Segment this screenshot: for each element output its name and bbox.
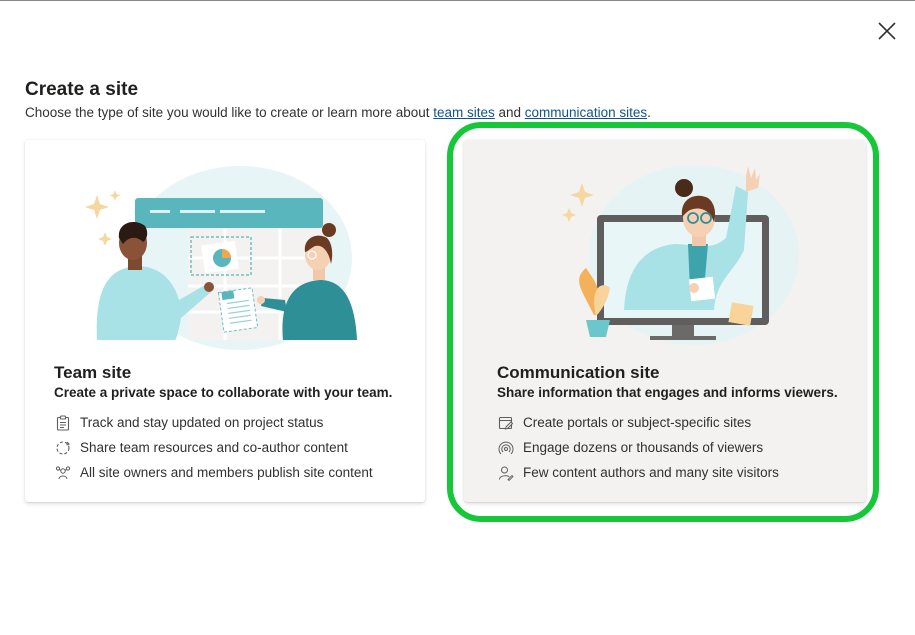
edit-page-icon [497,414,515,432]
communication-site-card[interactable]: Communication site Share information tha… [464,140,866,502]
team-site-title: Team site [54,363,132,382]
subtitle-period: . [647,105,651,120]
feature-text: Engage dozens or thousands of viewers [523,440,764,455]
feature-text: Create portals or subject-specific sites [523,415,752,430]
feature-text: All site owners and members publish site… [80,465,373,480]
clipboard-icon [54,414,72,432]
communication-sites-link[interactable]: communication sites [525,105,647,120]
close-icon [878,22,896,40]
person-edit-icon [497,464,515,482]
top-border [0,0,915,1]
subtitle-and: and [494,105,525,120]
communication-site-illustration [562,165,799,345]
feature-text: Share team resources and co-author conte… [80,440,348,455]
sync-icon [54,439,72,457]
list-item: Engage dozens or thousands of viewers [497,435,856,460]
page-title: Create a site [25,79,139,100]
team-site-card[interactable]: Team site Create a private space to coll… [25,140,425,502]
communication-site-description: Share information that engages and infor… [497,385,838,400]
communication-site-features: Create portals or subject-specific sites… [497,410,856,485]
team-site-body: Team site Create a private space to coll… [54,362,415,485]
dialog-header: Create a site Choose the type of site yo… [25,78,651,122]
team-site-illustration [85,166,357,350]
people-network-icon [54,464,72,482]
broadcast-icon [497,439,515,457]
list-item: Track and stay updated on project status [54,410,415,435]
subtitle-text: Choose the type of site you would like t… [25,105,434,120]
team-site-features: Track and stay updated on project status… [54,410,415,485]
page-subtitle: Choose the type of site you would like t… [25,104,651,122]
list-item: All site owners and members publish site… [54,460,415,485]
list-item: Share team resources and co-author conte… [54,435,415,460]
feature-text: Track and stay updated on project status [80,415,324,430]
team-sites-link[interactable]: team sites [433,105,495,120]
close-button[interactable] [872,16,902,46]
team-site-description: Create a private space to collaborate wi… [54,385,393,400]
communication-site-title: Communication site [497,363,660,382]
feature-text: Few content authors and many site visito… [523,465,779,480]
list-item: Create portals or subject-specific sites [497,410,856,435]
communication-site-body: Communication site Share information tha… [497,362,856,485]
list-item: Few content authors and many site visito… [497,460,856,485]
